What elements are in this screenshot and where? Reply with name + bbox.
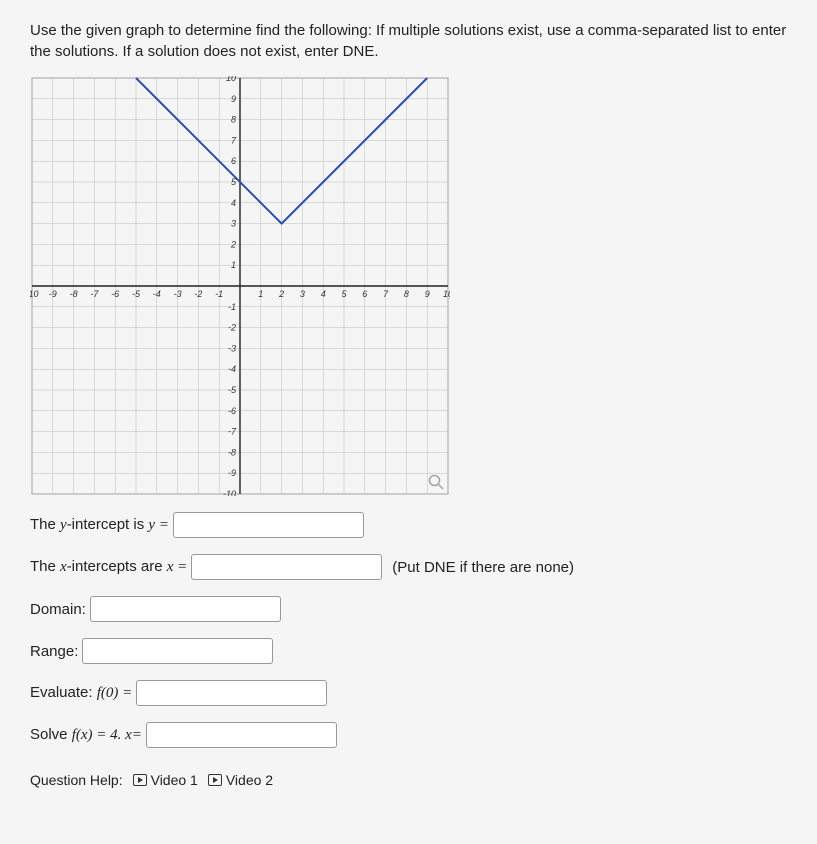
y-intercept-row: The y-intercept is y = bbox=[30, 512, 787, 538]
svg-text:10: 10 bbox=[443, 289, 450, 299]
x-intercept-row: The x-intercepts are x = (Put DNE if the… bbox=[30, 554, 787, 580]
svg-text:-6: -6 bbox=[111, 289, 119, 299]
svg-text:-9: -9 bbox=[49, 289, 57, 299]
svg-text:-5: -5 bbox=[132, 289, 141, 299]
range-input[interactable] bbox=[82, 638, 273, 664]
video2-link[interactable]: Video 2 bbox=[208, 772, 273, 788]
svg-text:9: 9 bbox=[425, 289, 430, 299]
play-icon bbox=[208, 774, 222, 786]
solve-input[interactable] bbox=[146, 722, 337, 748]
svg-text:-2: -2 bbox=[194, 289, 202, 299]
domain-label: Domain: bbox=[30, 601, 86, 618]
svg-text:-8: -8 bbox=[70, 289, 78, 299]
question-help-label: Question Help: bbox=[30, 772, 123, 788]
domain-row: Domain: bbox=[30, 596, 787, 622]
x-intercept-label: The x-intercepts are x = bbox=[30, 558, 187, 576]
graph: -10-9-8-7-6-5-4-3-2-11234567891010987654… bbox=[30, 76, 450, 496]
svg-text:9: 9 bbox=[231, 94, 236, 104]
svg-text:-6: -6 bbox=[228, 406, 236, 416]
evaluate-input[interactable] bbox=[136, 680, 327, 706]
svg-text:-4: -4 bbox=[153, 289, 161, 299]
svg-text:-7: -7 bbox=[228, 427, 237, 437]
svg-text:4: 4 bbox=[231, 198, 236, 208]
svg-text:8: 8 bbox=[231, 115, 236, 125]
svg-text:6: 6 bbox=[231, 156, 236, 166]
svg-text:-7: -7 bbox=[90, 289, 99, 299]
question-help-row: Question Help: Video 1 Video 2 bbox=[30, 772, 787, 788]
x-intercept-hint: (Put DNE if there are none) bbox=[392, 559, 574, 576]
magnify-icon[interactable] bbox=[428, 474, 444, 490]
svg-text:-4: -4 bbox=[228, 364, 236, 374]
svg-text:3: 3 bbox=[300, 289, 305, 299]
svg-text:4: 4 bbox=[321, 289, 326, 299]
svg-text:1: 1 bbox=[231, 260, 236, 270]
domain-input[interactable] bbox=[90, 596, 281, 622]
svg-text:2: 2 bbox=[278, 289, 284, 299]
video1-link[interactable]: Video 1 bbox=[133, 772, 198, 788]
play-icon bbox=[133, 774, 147, 786]
svg-text:-5: -5 bbox=[228, 385, 237, 395]
svg-text:-8: -8 bbox=[228, 447, 236, 457]
x-intercept-input[interactable] bbox=[191, 554, 382, 580]
svg-text:-10: -10 bbox=[223, 489, 236, 496]
solve-row: Solve f(x) = 4. x= bbox=[30, 722, 787, 748]
svg-text:-9: -9 bbox=[228, 468, 236, 478]
svg-text:8: 8 bbox=[404, 289, 409, 299]
svg-text:6: 6 bbox=[362, 289, 367, 299]
instructions-text: Use the given graph to determine find th… bbox=[30, 20, 787, 62]
video2-label: Video 2 bbox=[226, 772, 273, 788]
evaluate-row: Evaluate: f(0) = bbox=[30, 680, 787, 706]
svg-text:-2: -2 bbox=[228, 323, 236, 333]
svg-text:-10: -10 bbox=[30, 289, 39, 299]
svg-text:-1: -1 bbox=[228, 302, 236, 312]
svg-text:3: 3 bbox=[231, 219, 236, 229]
video1-label: Video 1 bbox=[151, 772, 198, 788]
svg-text:-3: -3 bbox=[228, 343, 236, 353]
evaluate-label: Evaluate: f(0) = bbox=[30, 684, 132, 702]
svg-text:5: 5 bbox=[341, 289, 347, 299]
y-intercept-label: The y-intercept is y = bbox=[30, 516, 169, 534]
svg-text:10: 10 bbox=[226, 76, 236, 83]
range-label: Range: bbox=[30, 643, 78, 660]
y-intercept-input[interactable] bbox=[173, 512, 364, 538]
svg-text:2: 2 bbox=[230, 239, 236, 249]
svg-text:-1: -1 bbox=[215, 289, 223, 299]
solve-label: Solve f(x) = 4. x= bbox=[30, 726, 142, 744]
svg-text:-3: -3 bbox=[174, 289, 182, 299]
svg-text:7: 7 bbox=[383, 289, 389, 299]
svg-text:1: 1 bbox=[258, 289, 263, 299]
range-row: Range: bbox=[30, 638, 787, 664]
